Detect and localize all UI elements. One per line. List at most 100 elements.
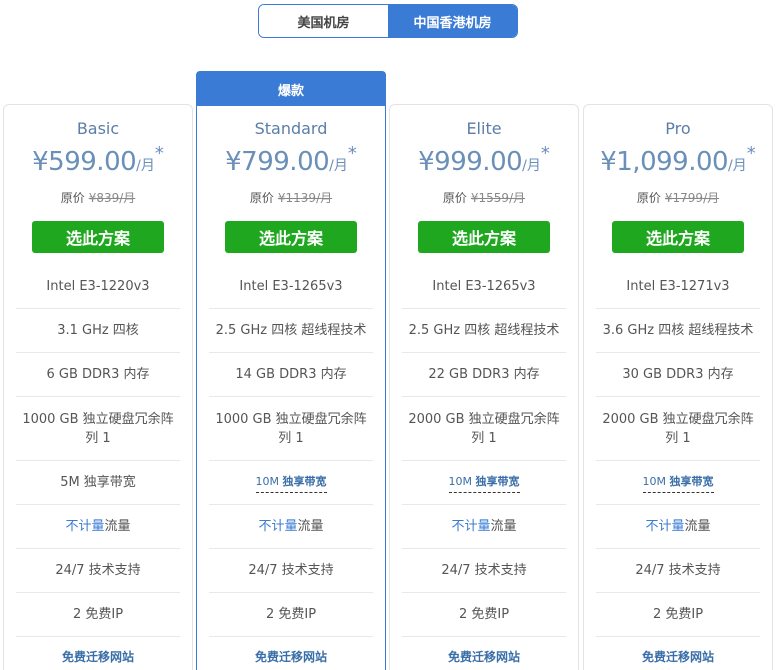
plan-name: Standard (254, 119, 328, 138)
feature-cpu: Intel E3-1265v3 (402, 265, 566, 309)
traffic-unmetered: 不计量 (65, 519, 105, 534)
bandwidth-value: 10M (448, 475, 473, 488)
plan-card-elite: Elite ¥999.00/月* 原价 ¥1559/月 选此方案 Intel E3… (389, 104, 579, 670)
price-amount: 1,099.00 (616, 147, 729, 177)
plan-header: Pro ¥1,099.00/月* 原价 ¥1799/月 选此方案 (584, 105, 772, 253)
original-price-label: 原价 (249, 191, 274, 205)
feature-bandwidth: 10M 独享带宽 (402, 461, 566, 505)
price-footnote-star: * (347, 143, 357, 164)
feature-migration: 免费迁移网站 (209, 637, 373, 670)
bandwidth-label: 独享带宽 (669, 475, 714, 488)
feature-cpu: Intel E3-1271v3 (596, 265, 760, 309)
original-price-label: 原价 (442, 191, 467, 205)
plan-price: ¥599.00/月* (4, 143, 192, 177)
original-price: 原价 ¥1559/月 (390, 189, 578, 206)
bandwidth-value: 10M (255, 475, 280, 488)
price-period: /月 (136, 158, 155, 174)
feature-ip: 2 免费IP (402, 593, 566, 637)
original-price: 原价 ¥1799/月 (584, 189, 772, 206)
traffic-unmetered: 不计量 (645, 519, 685, 534)
feature-ram: 30 GB DDR3 内存 (596, 353, 760, 397)
feature-traffic: 不计量 流量 (596, 505, 760, 549)
featured-badge: 爆款 (197, 72, 385, 106)
feature-cpu: Intel E3-1265v3 (209, 265, 373, 309)
currency-symbol: ¥ (600, 147, 617, 177)
feature-migration: 免费迁移网站 (402, 637, 566, 670)
plan-header: Standard ¥799.00/月* 原价 ¥1139/月 选此方案 (197, 105, 385, 253)
free-migration-link[interactable]: 免费迁移网站 (448, 648, 520, 667)
plan-card-standard: 爆款 Standard ¥799.00/月* 原价 ¥1139/月 选此方案 In… (196, 71, 386, 670)
feature-bandwidth: 10M 独享带宽 (596, 461, 760, 505)
plan-price: ¥999.00/月* (390, 143, 578, 177)
price-amount: 599.00 (48, 147, 137, 177)
feature-traffic: 不计量 流量 (16, 505, 180, 549)
select-plan-button[interactable]: 选此方案 (612, 221, 744, 253)
tab-us-datacenter[interactable]: 美国机房 (259, 5, 388, 37)
bandwidth-value: 10M (642, 475, 667, 488)
select-plan-button[interactable]: 选此方案 (418, 221, 550, 253)
traffic-unmetered: 不计量 (258, 519, 298, 534)
price-footnote-star: * (154, 143, 164, 164)
currency-symbol: ¥ (418, 147, 435, 177)
feature-frequency: 3.6 GHz 四核 超线程技术 (596, 309, 760, 353)
original-price-value: ¥1799/月 (664, 191, 720, 205)
plan-name: Basic (76, 119, 120, 138)
original-price: 原价 ¥839/月 (4, 189, 192, 206)
feature-disk: 2000 GB 独立硬盘冗余阵列 1 (402, 397, 566, 461)
plan-header: Basic ¥599.00/月* 原价 ¥839/月 选此方案 (4, 105, 192, 253)
feature-support: 24/7 技术支持 (402, 549, 566, 593)
feature-migration: 免费迁移网站 (16, 637, 180, 670)
plan-price: ¥1,099.00/月* (584, 143, 772, 177)
feature-disk: 1000 GB 独立硬盘冗余阵列 1 (209, 397, 373, 461)
plan-card-basic: Basic ¥599.00/月* 原价 ¥839/月 选此方案 Intel E3-… (3, 104, 193, 670)
bandwidth-label: 独享带宽 (475, 475, 520, 488)
bandwidth-tooltip-trigger[interactable]: 10M 独享带宽 (255, 472, 327, 493)
bandwidth-tooltip-trigger[interactable]: 10M 独享带宽 (642, 472, 714, 493)
feature-ip: 2 免费IP (16, 593, 180, 637)
feature-cpu: Intel E3-1220v3 (16, 265, 180, 309)
traffic-label: 流量 (490, 519, 517, 534)
price-period: /月 (728, 158, 747, 174)
plan-features: Intel E3-1220v3 3.1 GHz 四核 6 GB DDR3 内存 … (16, 265, 180, 670)
feature-ram: 14 GB DDR3 内存 (209, 353, 373, 397)
datacenter-tabs: 美国机房 中国香港机房 (258, 4, 518, 38)
price-period: /月 (329, 158, 348, 174)
feature-ip: 2 免费IP (209, 593, 373, 637)
feature-frequency: 2.5 GHz 四核 超线程技术 (402, 309, 566, 353)
original-price: 原价 ¥1139/月 (197, 189, 385, 206)
select-plan-button[interactable]: 选此方案 (32, 221, 164, 253)
feature-support: 24/7 技术支持 (16, 549, 180, 593)
tab-hk-datacenter[interactable]: 中国香港机房 (388, 5, 517, 37)
traffic-label: 流量 (104, 519, 131, 534)
free-migration-link[interactable]: 免费迁移网站 (62, 648, 134, 667)
bandwidth-tooltip-trigger[interactable]: 10M 独享带宽 (448, 472, 520, 493)
original-price-value: ¥839/月 (88, 191, 136, 205)
feature-traffic: 不计量 流量 (209, 505, 373, 549)
currency-symbol: ¥ (32, 147, 49, 177)
price-amount: 799.00 (241, 147, 330, 177)
plan-features: Intel E3-1265v3 2.5 GHz 四核 超线程技术 22 GB D… (402, 265, 566, 670)
plan-card-pro: Pro ¥1,099.00/月* 原价 ¥1799/月 选此方案 Intel E3… (583, 104, 773, 670)
feature-frequency: 3.1 GHz 四核 (16, 309, 180, 353)
plan-name: Pro (665, 119, 691, 138)
traffic-unmetered: 不计量 (451, 519, 491, 534)
price-amount: 999.00 (434, 147, 523, 177)
free-migration-link[interactable]: 免费迁移网站 (255, 648, 327, 667)
feature-ram: 6 GB DDR3 内存 (16, 353, 180, 397)
traffic-label: 流量 (684, 519, 711, 534)
feature-migration: 免费迁移网站 (596, 637, 760, 670)
bandwidth-label: 独享带宽 (282, 475, 327, 488)
plan-name: Elite (466, 119, 502, 138)
feature-bandwidth: 10M 独享带宽 (209, 461, 373, 505)
original-price-label: 原价 (636, 191, 661, 205)
original-price-value: ¥1559/月 (470, 191, 526, 205)
plan-price: ¥799.00/月* (197, 143, 385, 177)
plan-features: Intel E3-1265v3 2.5 GHz 四核 超线程技术 14 GB D… (209, 265, 373, 670)
select-plan-button[interactable]: 选此方案 (225, 221, 357, 253)
feature-frequency: 2.5 GHz 四核 超线程技术 (209, 309, 373, 353)
plan-header: Elite ¥999.00/月* 原价 ¥1559/月 选此方案 (390, 105, 578, 253)
plan-features: Intel E3-1271v3 3.6 GHz 四核 超线程技术 30 GB D… (596, 265, 760, 670)
traffic-label: 流量 (297, 519, 324, 534)
free-migration-link[interactable]: 免费迁移网站 (642, 648, 714, 667)
price-footnote-star: * (540, 143, 550, 164)
